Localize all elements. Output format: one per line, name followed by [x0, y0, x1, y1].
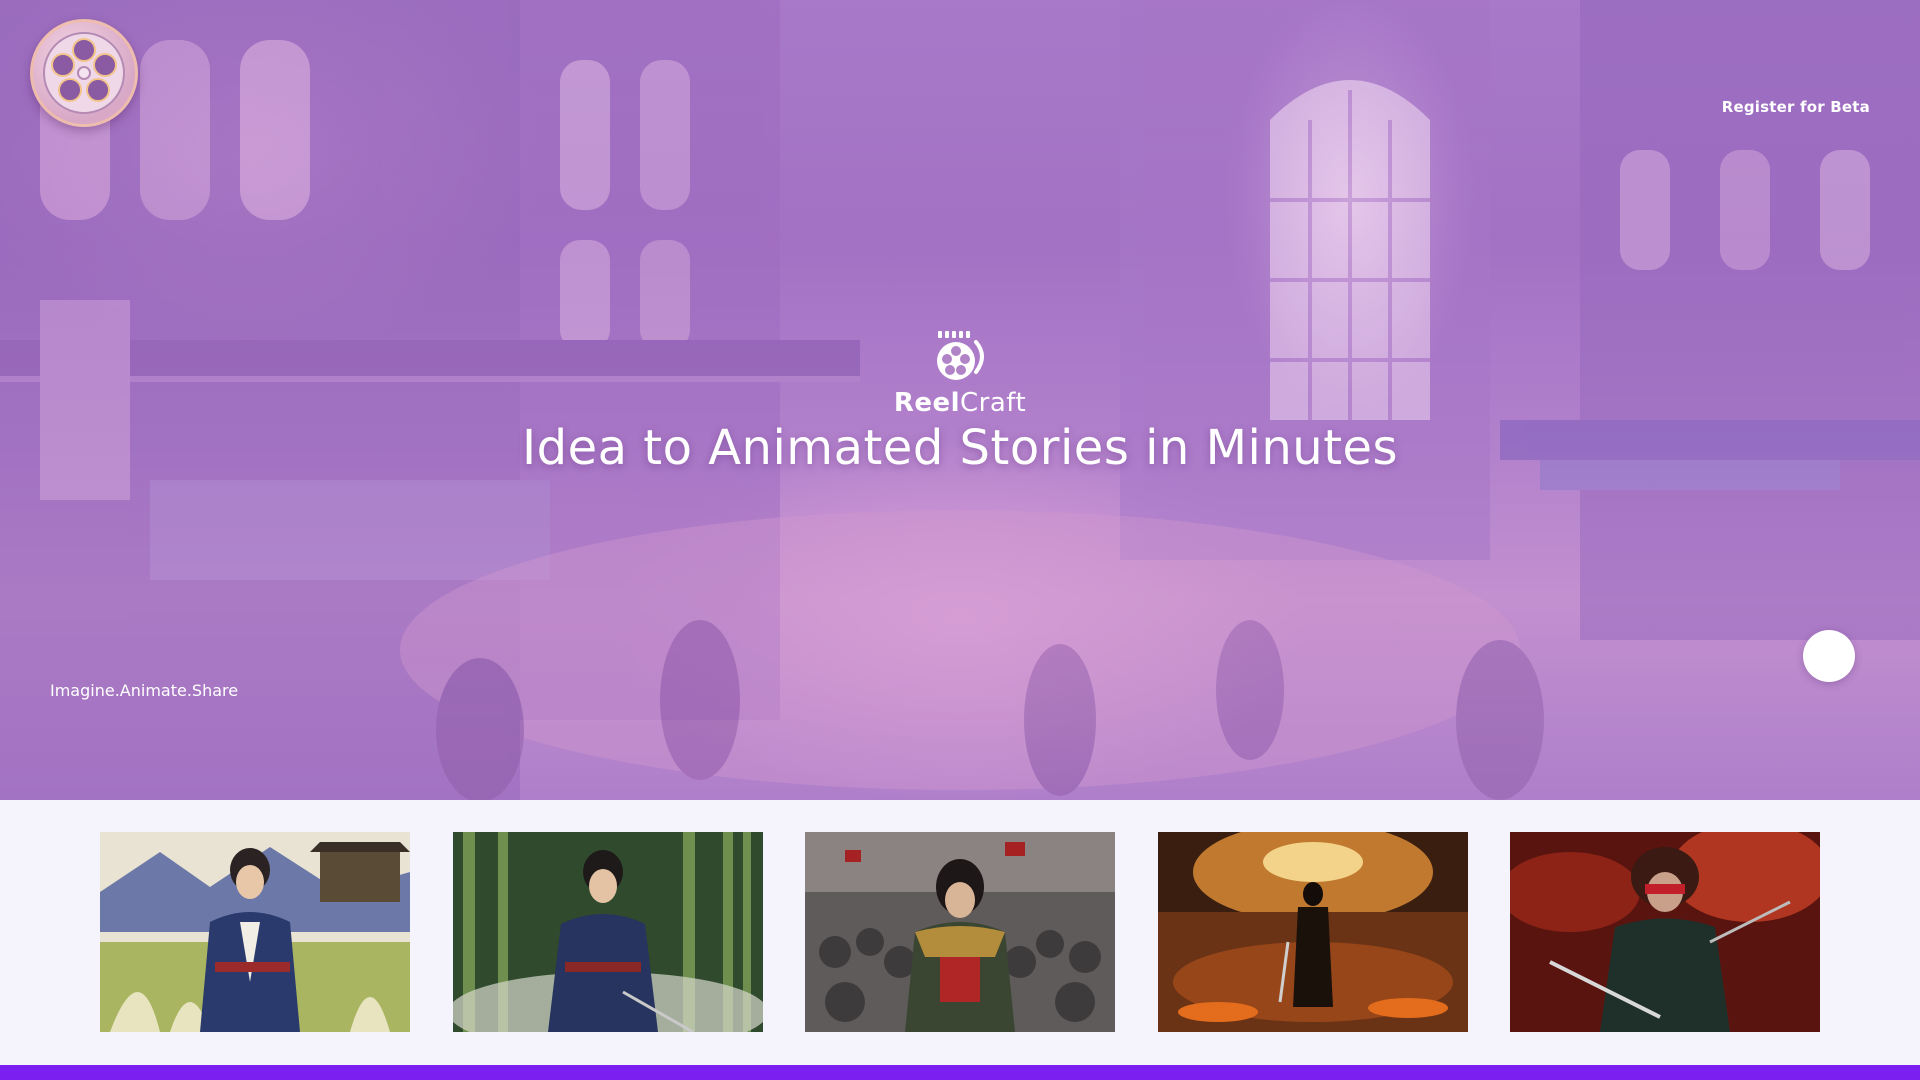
warrior-army-image [805, 832, 1115, 1032]
gallery-thumbnail[interactable] [453, 832, 763, 1032]
hero-section: Register for Beta ReelCraft Idea to Anim… [0, 0, 1920, 800]
bottom-accent-bar [0, 1065, 1920, 1080]
film-reel-icon [937, 331, 984, 380]
brand-name-reel: Reel [893, 388, 961, 418]
landing-page: Register for Beta ReelCraft Idea to Anim… [0, 0, 1920, 1080]
warrior-in-fire-image [1158, 832, 1468, 1032]
samurai-in-meadow-image [100, 832, 410, 1032]
hero-tagline: Imagine.Animate.Share [50, 681, 239, 700]
samurai-in-bamboo-image [453, 832, 763, 1032]
gallery-thumbnail[interactable] [100, 832, 410, 1032]
gallery-thumbnail[interactable] [1510, 832, 1820, 1032]
brand-name: ReelCraft [0, 388, 1920, 418]
brand-name-craft: Craft [960, 388, 1027, 418]
scroll-circle-button[interactable] [1803, 630, 1855, 682]
masked-swordsman-image [1510, 832, 1820, 1032]
gallery-strip [0, 800, 1920, 1065]
film-reel-icon [43, 32, 125, 114]
brand-lockup: ReelCraft [0, 330, 1920, 418]
register-for-beta-link[interactable]: Register for Beta [1722, 98, 1870, 116]
gallery-thumbnail[interactable] [805, 832, 1115, 1032]
hero-headline: Idea to Animated Stories in Minutes [521, 420, 1399, 476]
gallery-thumbnail[interactable] [1158, 832, 1468, 1032]
logo-badge[interactable] [30, 19, 138, 127]
